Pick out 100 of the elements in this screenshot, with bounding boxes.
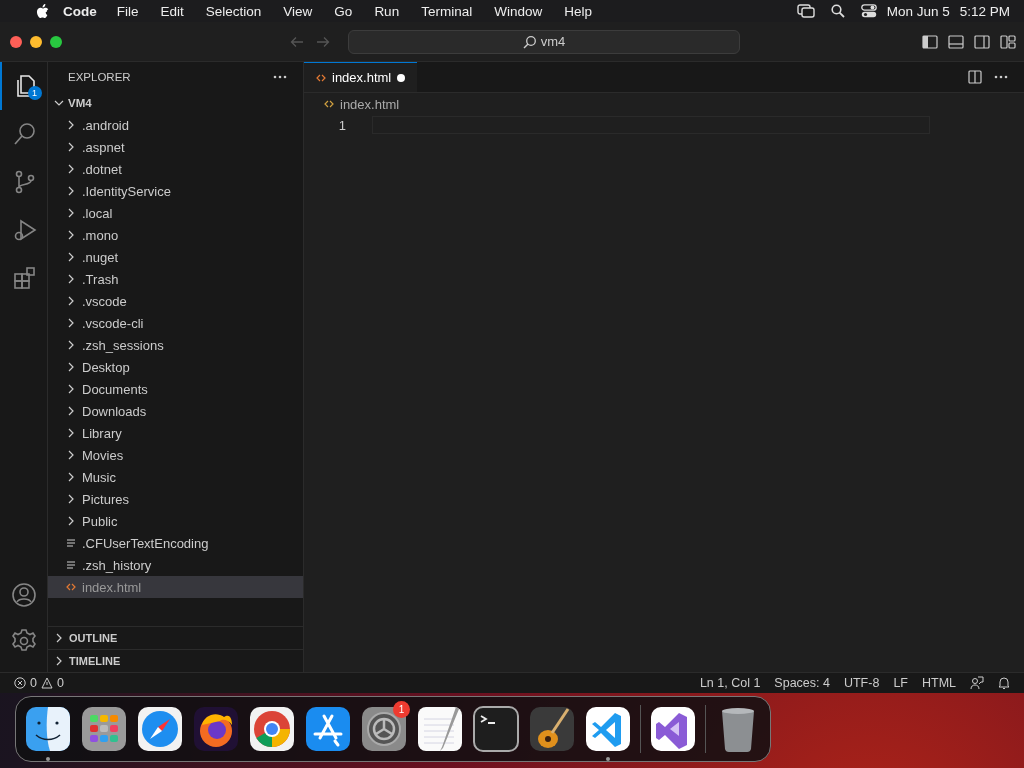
feedback-icon[interactable]	[970, 676, 984, 690]
gear-icon[interactable]	[360, 705, 408, 753]
tree-item[interactable]: Downloads	[48, 400, 303, 422]
notification-badge: 1	[393, 701, 410, 718]
time-text[interactable]: 5:12 PM	[959, 3, 1010, 19]
toggle-secondary-sidebar-icon[interactable]	[974, 34, 990, 49]
notepad-icon[interactable]	[416, 705, 464, 753]
menu-item[interactable]: Selection	[205, 3, 262, 19]
more-actions-icon[interactable]	[273, 75, 287, 79]
app-menu[interactable]: Code	[63, 3, 97, 19]
tree-item[interactable]: .dotnet	[48, 158, 303, 180]
tree-item[interactable]: .zsh_sessions	[48, 334, 303, 356]
zoom-button[interactable]	[50, 35, 62, 48]
tree-item[interactable]: Movies	[48, 444, 303, 466]
chevron-icon	[66, 428, 76, 438]
tree-item[interactable]: .vscode	[48, 290, 303, 312]
settings-icon[interactable]	[10, 628, 37, 654]
panel-section-header[interactable]: OUTLINE	[48, 626, 303, 649]
chevron-icon	[66, 120, 76, 130]
code-editor-icon[interactable]	[584, 705, 632, 753]
search-icon[interactable]	[830, 4, 845, 18]
toggle-sidebar-icon[interactable]	[922, 34, 938, 49]
unsaved-dot-icon[interactable]	[397, 73, 406, 82]
search-icon	[11, 121, 38, 147]
customize-layout-icon[interactable]	[1000, 34, 1016, 49]
chevron-icon	[66, 318, 76, 328]
search-icon	[522, 34, 537, 49]
finder-icon[interactable]	[24, 705, 72, 753]
chevron-icon	[66, 274, 76, 284]
status-item[interactable]: Spaces: 4	[774, 676, 830, 690]
split-editor-icon[interactable]	[968, 70, 982, 84]
tree-item[interactable]: Library	[48, 422, 303, 444]
status-item[interactable]: UTF-8	[843, 676, 880, 690]
warning-icon	[40, 677, 53, 689]
tree-item[interactable]: .IdentityService	[48, 180, 303, 202]
panel-title: EXPLORER	[68, 71, 131, 83]
terminal-icon[interactable]	[472, 705, 520, 753]
app-grid-icon[interactable]	[80, 705, 128, 753]
toggle-panel-icon[interactable]	[948, 34, 964, 49]
chrome-icon[interactable]	[248, 705, 296, 753]
tree-item[interactable]: Pictures	[48, 488, 303, 510]
fox-globe-icon[interactable]	[192, 705, 240, 753]
bell-icon[interactable]	[998, 676, 1010, 690]
command-center-field[interactable]: vm4	[348, 29, 740, 54]
html-file-icon	[324, 99, 334, 109]
guitar-icon[interactable]	[528, 705, 576, 753]
menu-item[interactable]: View	[283, 3, 313, 19]
editor-tab[interactable]: index.html	[304, 62, 418, 92]
app-store-icon[interactable]	[304, 705, 352, 753]
close-button[interactable]	[10, 35, 22, 48]
tree-item[interactable]: .vscode-cli	[48, 312, 303, 334]
status-item[interactable]: HTML	[921, 676, 956, 690]
screen-mirroring-icon[interactable]	[796, 4, 815, 18]
chevron-icon	[66, 406, 76, 416]
chevron-icon	[66, 362, 76, 372]
chevron-icon	[66, 186, 76, 196]
tree-item[interactable]: .nuget	[48, 246, 303, 268]
status-item[interactable]: LF	[893, 676, 908, 690]
tree-item[interactable]: Desktop	[48, 356, 303, 378]
tree-item[interactable]: Documents	[48, 378, 303, 400]
menu-item[interactable]: Go	[334, 3, 353, 19]
tree-item[interactable]: index.html	[48, 576, 303, 598]
status-item[interactable]: Ln 1, Col 1	[699, 676, 761, 690]
tree-item[interactable]: .local	[48, 202, 303, 224]
text-file-icon	[66, 560, 76, 570]
chevron-icon	[66, 164, 76, 174]
tree-item[interactable]: .aspnet	[48, 136, 303, 158]
extensions-icon	[11, 265, 38, 291]
tree-item[interactable]: .zsh_history	[48, 554, 303, 576]
date-text[interactable]: Mon Jun 5	[886, 3, 950, 19]
menu-item[interactable]: File	[116, 3, 139, 19]
menu-item[interactable]: Run	[374, 3, 400, 19]
infinity-logo-icon[interactable]	[649, 705, 697, 753]
warning-count: 0	[56, 676, 64, 690]
apple-logo-icon[interactable]	[36, 3, 49, 19]
tree-item[interactable]: .Trash	[48, 268, 303, 290]
chevron-icon	[54, 633, 64, 643]
chevron-icon	[66, 384, 76, 394]
more-actions-icon[interactable]	[994, 75, 1008, 79]
compass-icon[interactable]	[136, 705, 184, 753]
chevron-icon	[66, 230, 76, 240]
breadcrumb-item[interactable]: index.html	[340, 96, 400, 112]
menu-item[interactable]: Help	[564, 3, 592, 19]
problems-indicator[interactable]: 0 0	[14, 676, 64, 690]
tree-item[interactable]: .android	[48, 114, 303, 136]
html-file-icon	[66, 582, 76, 592]
account-icon[interactable]	[10, 582, 37, 608]
chevron-icon	[54, 98, 64, 108]
minimize-button[interactable]	[30, 35, 42, 48]
tree-item[interactable]: Music	[48, 466, 303, 488]
menu-item[interactable]: Window	[494, 3, 543, 19]
tree-item[interactable]: Public	[48, 510, 303, 532]
folder-root[interactable]: VM4	[48, 92, 303, 114]
menu-item[interactable]: Terminal	[421, 3, 473, 19]
chevron-icon	[66, 252, 76, 262]
tree-item[interactable]: .CFUserTextEncoding	[48, 532, 303, 554]
tree-item[interactable]: .mono	[48, 224, 303, 246]
text-file-icon	[66, 538, 76, 548]
control-center-icon[interactable]	[860, 4, 877, 18]
menu-item[interactable]: Edit	[160, 3, 184, 19]
